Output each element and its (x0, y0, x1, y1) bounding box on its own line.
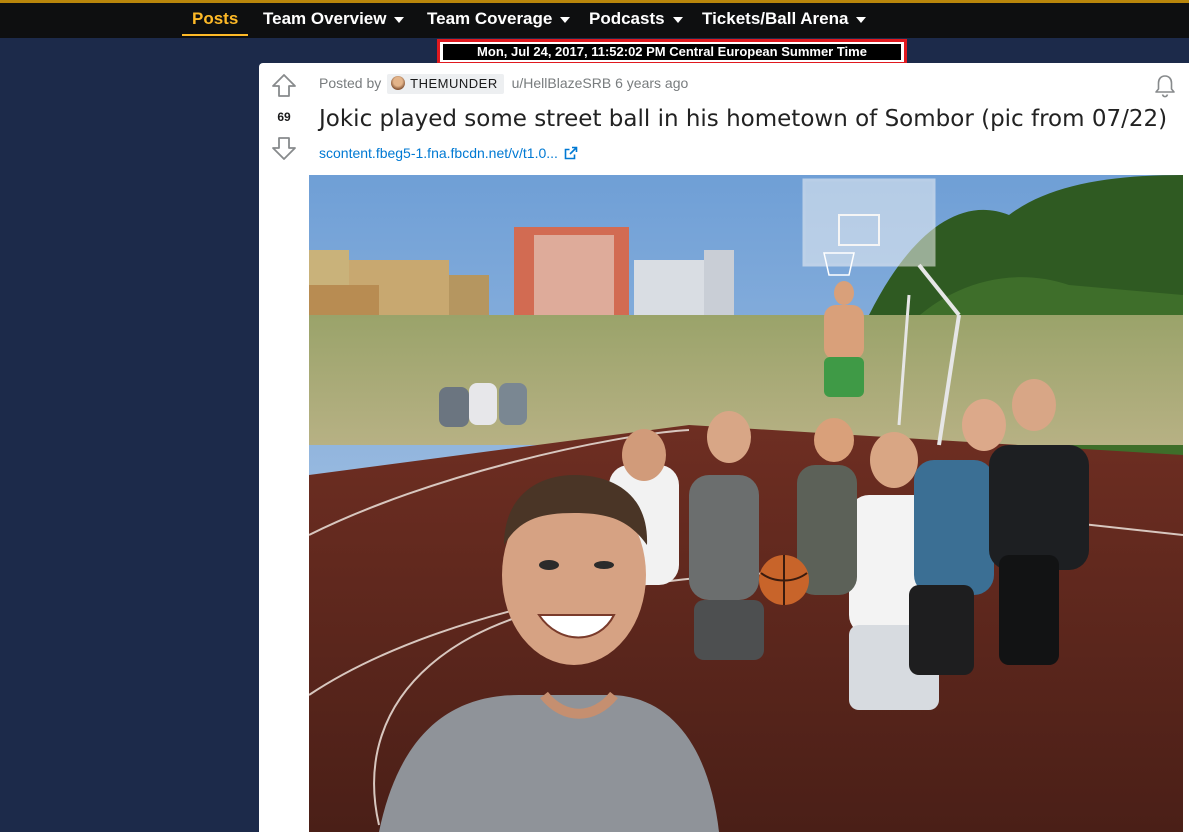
nav-posts[interactable]: Posts (182, 8, 249, 36)
nav-team-overview-label: Team Overview (263, 9, 387, 28)
chevron-down-icon (394, 16, 405, 23)
user-flair: THEMUNDER (387, 74, 504, 94)
chevron-down-icon (672, 16, 683, 23)
nav-team-coverage-label: Team Coverage (427, 9, 553, 28)
post-title[interactable]: Jokic played some street ball in his hom… (319, 103, 1167, 135)
arrow-up-outline-icon[interactable] (271, 73, 297, 99)
nav-tickets[interactable]: Tickets/Ball Arena (702, 8, 867, 34)
nav-podcasts-label: Podcasts (589, 9, 665, 28)
external-link-icon (564, 146, 578, 160)
external-link-text: scontent.fbeg5-1.fna.fbcdn.net/v/t1.0... (319, 145, 558, 161)
nav-team-coverage[interactable]: Team Coverage (427, 8, 571, 34)
nav-podcasts[interactable]: Podcasts (589, 8, 683, 34)
vote-score: 69 (277, 110, 291, 124)
timestamp-tooltip: Mon, Jul 24, 2017, 11:52:02 PM Central E… (437, 39, 907, 65)
nav-tickets-label: Tickets/Ball Arena (702, 9, 849, 28)
posted-by-label: Posted by (319, 75, 382, 91)
flair-text: THEMUNDER (410, 76, 498, 91)
chevron-down-icon (856, 16, 867, 23)
flair-avatar (391, 76, 406, 90)
post-age[interactable]: 6 years ago (615, 75, 688, 91)
external-link[interactable]: scontent.fbeg5-1.fna.fbcdn.net/v/t1.0... (319, 145, 578, 161)
top-navigation: Posts Team Overview Team Coverage Podcas… (0, 0, 1189, 38)
timestamp-text: Mon, Jul 24, 2017, 11:52:02 PM Central E… (443, 44, 901, 60)
nav-team-overview[interactable]: Team Overview (263, 8, 405, 34)
author-link[interactable]: u/HellBlazeSRB (512, 75, 612, 91)
post-image[interactable] (309, 175, 1183, 832)
post-card[interactable]: 69 Posted by THEMUNDER u/HellBlazeSRB 6 … (259, 63, 1189, 832)
arrow-down-outline-icon[interactable] (271, 135, 297, 161)
post-meta: Posted by THEMUNDER u/HellBlazeSRB 6 yea… (319, 73, 688, 94)
bell-icon[interactable] (1153, 73, 1177, 99)
nav-posts-label: Posts (192, 9, 239, 28)
chevron-down-icon (560, 16, 571, 23)
